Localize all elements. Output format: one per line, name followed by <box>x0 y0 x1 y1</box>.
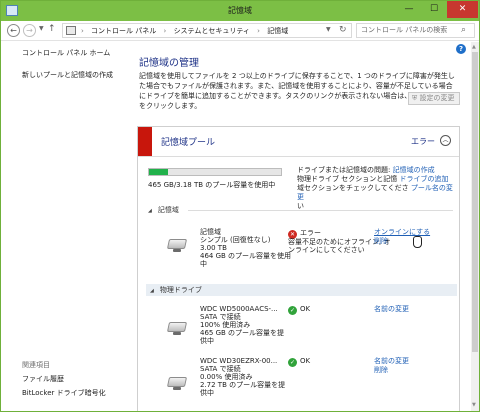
recent-locations-icon[interactable]: ▼ <box>39 25 44 32</box>
search-input[interactable] <box>361 26 459 34</box>
bring-online-link[interactable]: オンラインにする <box>374 228 430 237</box>
scroll-down-icon[interactable]: ▼ <box>472 402 476 408</box>
breadcrumb-items: › コントロール パネル › システムとセキュリティ › 記憶域 <box>81 26 293 36</box>
space-status-text: エラー <box>300 229 321 237</box>
storage-pool-panel: 記憶域プール エラー ︿ 465 GB/3.18 TB のプール容量を使用中 ド… <box>137 126 460 411</box>
drive-name: WDC WD30EZRX-00... <box>200 357 278 365</box>
problem-prefix: ドライブまたは記憶域の問題: <box>297 166 393 174</box>
problem-text-2: セクションと記憶 <box>339 175 398 183</box>
breadcrumb[interactable]: › コントロール パネル › システムとセキュリティ › 記憶域 ▼ ↻ <box>62 23 352 38</box>
up-button[interactable]: ↑ <box>48 24 56 34</box>
related-title: 関連項目 <box>22 361 50 369</box>
space-size: 3.00 TB <box>200 244 227 252</box>
drive-capacity-cont: 供中 <box>200 389 214 397</box>
storage-spaces-section-header[interactable]: ◢ 記憶域 <box>148 205 453 217</box>
drive-usage: 100% 使用済み <box>200 321 251 329</box>
section-title: 記憶域 <box>157 206 179 214</box>
drive-connection: SATA で接続 <box>200 313 241 321</box>
drive-capacity: 2.72 TB のプール容量を提 <box>200 381 286 389</box>
change-settings-button[interactable]: ⛨ 設定の変更 <box>408 92 460 105</box>
expand-icon[interactable]: ◢ <box>148 208 152 214</box>
divider <box>188 210 453 211</box>
pool-header[interactable]: 記憶域プール エラー ︿ <box>138 127 459 157</box>
create-space-link[interactable]: 記憶域の作成 <box>393 166 435 174</box>
drive-name: WDC WD5000AACS-... <box>200 305 278 313</box>
space-name: 記憶域 <box>200 228 221 236</box>
breadcrumb-separator[interactable]: › <box>81 27 84 35</box>
pool-status: エラー <box>411 137 435 146</box>
sidebar-link-home[interactable]: コントロール パネル ホーム <box>22 48 110 58</box>
address-bar: ← → ▼ ↑ › コントロール パネル › システムとセキュリティ › 記憶域… <box>1 21 479 41</box>
problem-text-3: 域セクションをチェックしてくださ <box>297 184 409 192</box>
scroll-up-icon[interactable]: ▲ <box>472 44 476 50</box>
change-settings-label: 設定の変更 <box>419 94 455 102</box>
pool-title: 記憶域プール <box>161 138 216 148</box>
pool-usage-fill <box>149 169 169 175</box>
forward-button[interactable]: → <box>23 24 36 37</box>
error-indicator-bar <box>138 127 152 156</box>
space-usage: 464 GB のプール容量を使用 <box>200 252 292 260</box>
drive-usage: 0.00% 使用済み <box>200 373 253 381</box>
maximize-button[interactable]: ☐ <box>422 1 446 18</box>
rename-drive-link[interactable]: 名前の変更 <box>374 357 409 366</box>
delete-drive-link[interactable]: 削除 <box>374 366 388 375</box>
title-bar[interactable]: 記憶域 — ☐ ✕ <box>1 1 479 21</box>
storage-space-icon <box>166 239 188 253</box>
expand-icon[interactable]: ◢ <box>150 288 154 294</box>
storage-space-info: 記憶域 シンプル (回復性なし) 3.00 TB 464 GB のプール容量を使… <box>200 228 291 268</box>
address-dropdown-icon[interactable]: ▼ <box>326 26 331 33</box>
breadcrumb-control-panel[interactable]: コントロール パネル <box>91 27 156 35</box>
delete-space-link[interactable]: 削除 <box>374 237 388 246</box>
page-title: 記憶域の管理 <box>139 58 199 69</box>
drive-status: ✓ OK <box>288 305 310 315</box>
section-title: 物理ドライブ <box>159 286 202 294</box>
control-panel-icon <box>66 26 76 35</box>
scroll-thumb[interactable] <box>472 52 478 352</box>
error-detail-2: ンラインにしてください <box>288 246 365 254</box>
space-type: シンプル (回復性なし) <box>200 236 271 244</box>
problem-text-1: 物理ドライブ <box>297 175 339 183</box>
sidebar-link-create-pool[interactable]: 新しいプールと記憶域の作成 <box>22 70 113 80</box>
breadcrumb-separator[interactable]: › <box>257 27 260 35</box>
collapse-icon[interactable]: ︿ <box>440 135 451 146</box>
close-button[interactable]: ✕ <box>447 1 478 18</box>
drive-status-text: OK <box>300 305 311 313</box>
physical-drives-section-header[interactable]: ◢ 物理ドライブ <box>146 284 457 296</box>
sidebar-link-bitlocker[interactable]: BitLocker ドライブ暗号化 <box>22 388 106 398</box>
main-content: 記憶域の管理 記憶域を使用してファイルを 2 つ以上のドライブに保存することで、… <box>131 42 479 411</box>
drive-info: WDC WD30EZRX-00... SATA で接続 0.00% 使用済み 2… <box>200 357 285 397</box>
space-usage-cont: 中 <box>200 260 207 268</box>
breadcrumb-storage-spaces[interactable]: 記憶域 <box>267 27 288 35</box>
drive-status: ✓ OK <box>288 357 310 367</box>
add-drives-link[interactable]: ドライブの追加 <box>399 175 448 183</box>
search-box: ⌕ <box>356 23 475 38</box>
breadcrumb-system-security[interactable]: システムとセキュリティ <box>174 27 250 35</box>
storage-spaces-window: 記憶域 — ☐ ✕ ← → ▼ ↑ › コントロール パネル › システムとセキ… <box>0 0 480 412</box>
pool-usage-text: 465 GB/3.18 TB のプール容量を使用中 <box>148 181 276 189</box>
drive-capacity-cont: 供中 <box>200 337 214 345</box>
drive-info: WDC WD5000AACS-... SATA で接続 100% 使用済み 46… <box>200 305 284 345</box>
intro-text: 記憶域を使用してファイルを 2 つ以上のドライブに保存することで、1 つのドライ… <box>139 72 455 110</box>
drive-connection: SATA で接続 <box>200 365 241 373</box>
drive-icon <box>166 322 188 336</box>
drive-capacity: 465 GB のプール容量を提 <box>200 329 285 337</box>
drive-icon <box>166 377 188 391</box>
drive-status-text: OK <box>300 357 311 365</box>
sidebar-link-file-history[interactable]: ファイル履歴 <box>22 374 64 384</box>
refresh-icon[interactable]: ↻ <box>339 25 347 35</box>
minimize-button[interactable]: — <box>397 1 421 18</box>
rename-drive-link[interactable]: 名前の変更 <box>374 305 409 314</box>
search-icon[interactable]: ⌕ <box>461 25 466 35</box>
pool-usage-bar <box>148 168 282 176</box>
ok-icon: ✓ <box>288 306 297 315</box>
breadcrumb-separator[interactable]: › <box>164 27 167 35</box>
vertical-scrollbar[interactable]: ▲ ▼ <box>471 42 479 411</box>
shield-icon: ⛨ <box>412 94 418 102</box>
ok-icon: ✓ <box>288 358 297 367</box>
sidebar: コントロール パネル ホーム 新しいプールと記憶域の作成 関連項目 ファイル履歴… <box>2 42 130 411</box>
back-button[interactable]: ← <box>7 24 20 37</box>
hand-cursor-icon <box>413 236 422 248</box>
